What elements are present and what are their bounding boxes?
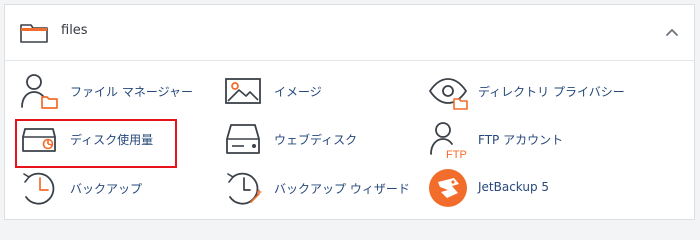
item-label: バックアップ — [70, 182, 143, 196]
backup-icon — [23, 172, 55, 205]
item-label: バックアップ ウィザード — [274, 182, 410, 196]
backup-wizard-link[interactable]: バックアップ ウィザード — [224, 168, 424, 208]
item-label: FTP アカウント — [478, 133, 564, 147]
disk-usage-highlight-box — [15, 119, 177, 168]
item-label: ファイル マネージャー — [70, 85, 193, 99]
images-link[interactable]: イメージ — [224, 71, 404, 111]
jetbackup-link[interactable]: JetBackup 5 — [428, 168, 578, 208]
item-label: イメージ — [274, 85, 322, 99]
directory-privacy-icon — [428, 78, 468, 110]
images-icon — [225, 78, 261, 104]
jetbackup-icon — [429, 169, 467, 207]
item-label: JetBackup 5 — [478, 180, 550, 194]
backup-link[interactable]: バックアップ — [20, 168, 170, 208]
item-label: ウェブディスク — [274, 133, 358, 147]
chevron-up-icon[interactable] — [660, 21, 684, 45]
directory-privacy-link[interactable]: ディレクトリ プライバシー — [428, 71, 658, 111]
item-label: ディレクトリ プライバシー — [478, 85, 625, 99]
file-manager-icon — [21, 74, 58, 109]
files-panel: files ファイル マネージャー イメージ ディレクトリ プライバシー ディス… — [4, 4, 695, 220]
ftp-accounts-icon: FTP — [430, 122, 467, 159]
backup-wizard-icon — [227, 172, 262, 205]
web-disk-link[interactable]: ウェブディスク — [224, 119, 404, 159]
file-manager-link[interactable]: ファイル マネージャー — [20, 71, 220, 111]
svg-text:FTP: FTP — [446, 149, 467, 159]
web-disk-icon — [226, 124, 260, 154]
ftp-accounts-link[interactable]: FTP FTP アカウント — [428, 119, 608, 159]
panel-header[interactable]: files — [5, 5, 694, 61]
panel-title: files — [61, 23, 88, 38]
folder-icon — [20, 24, 48, 43]
